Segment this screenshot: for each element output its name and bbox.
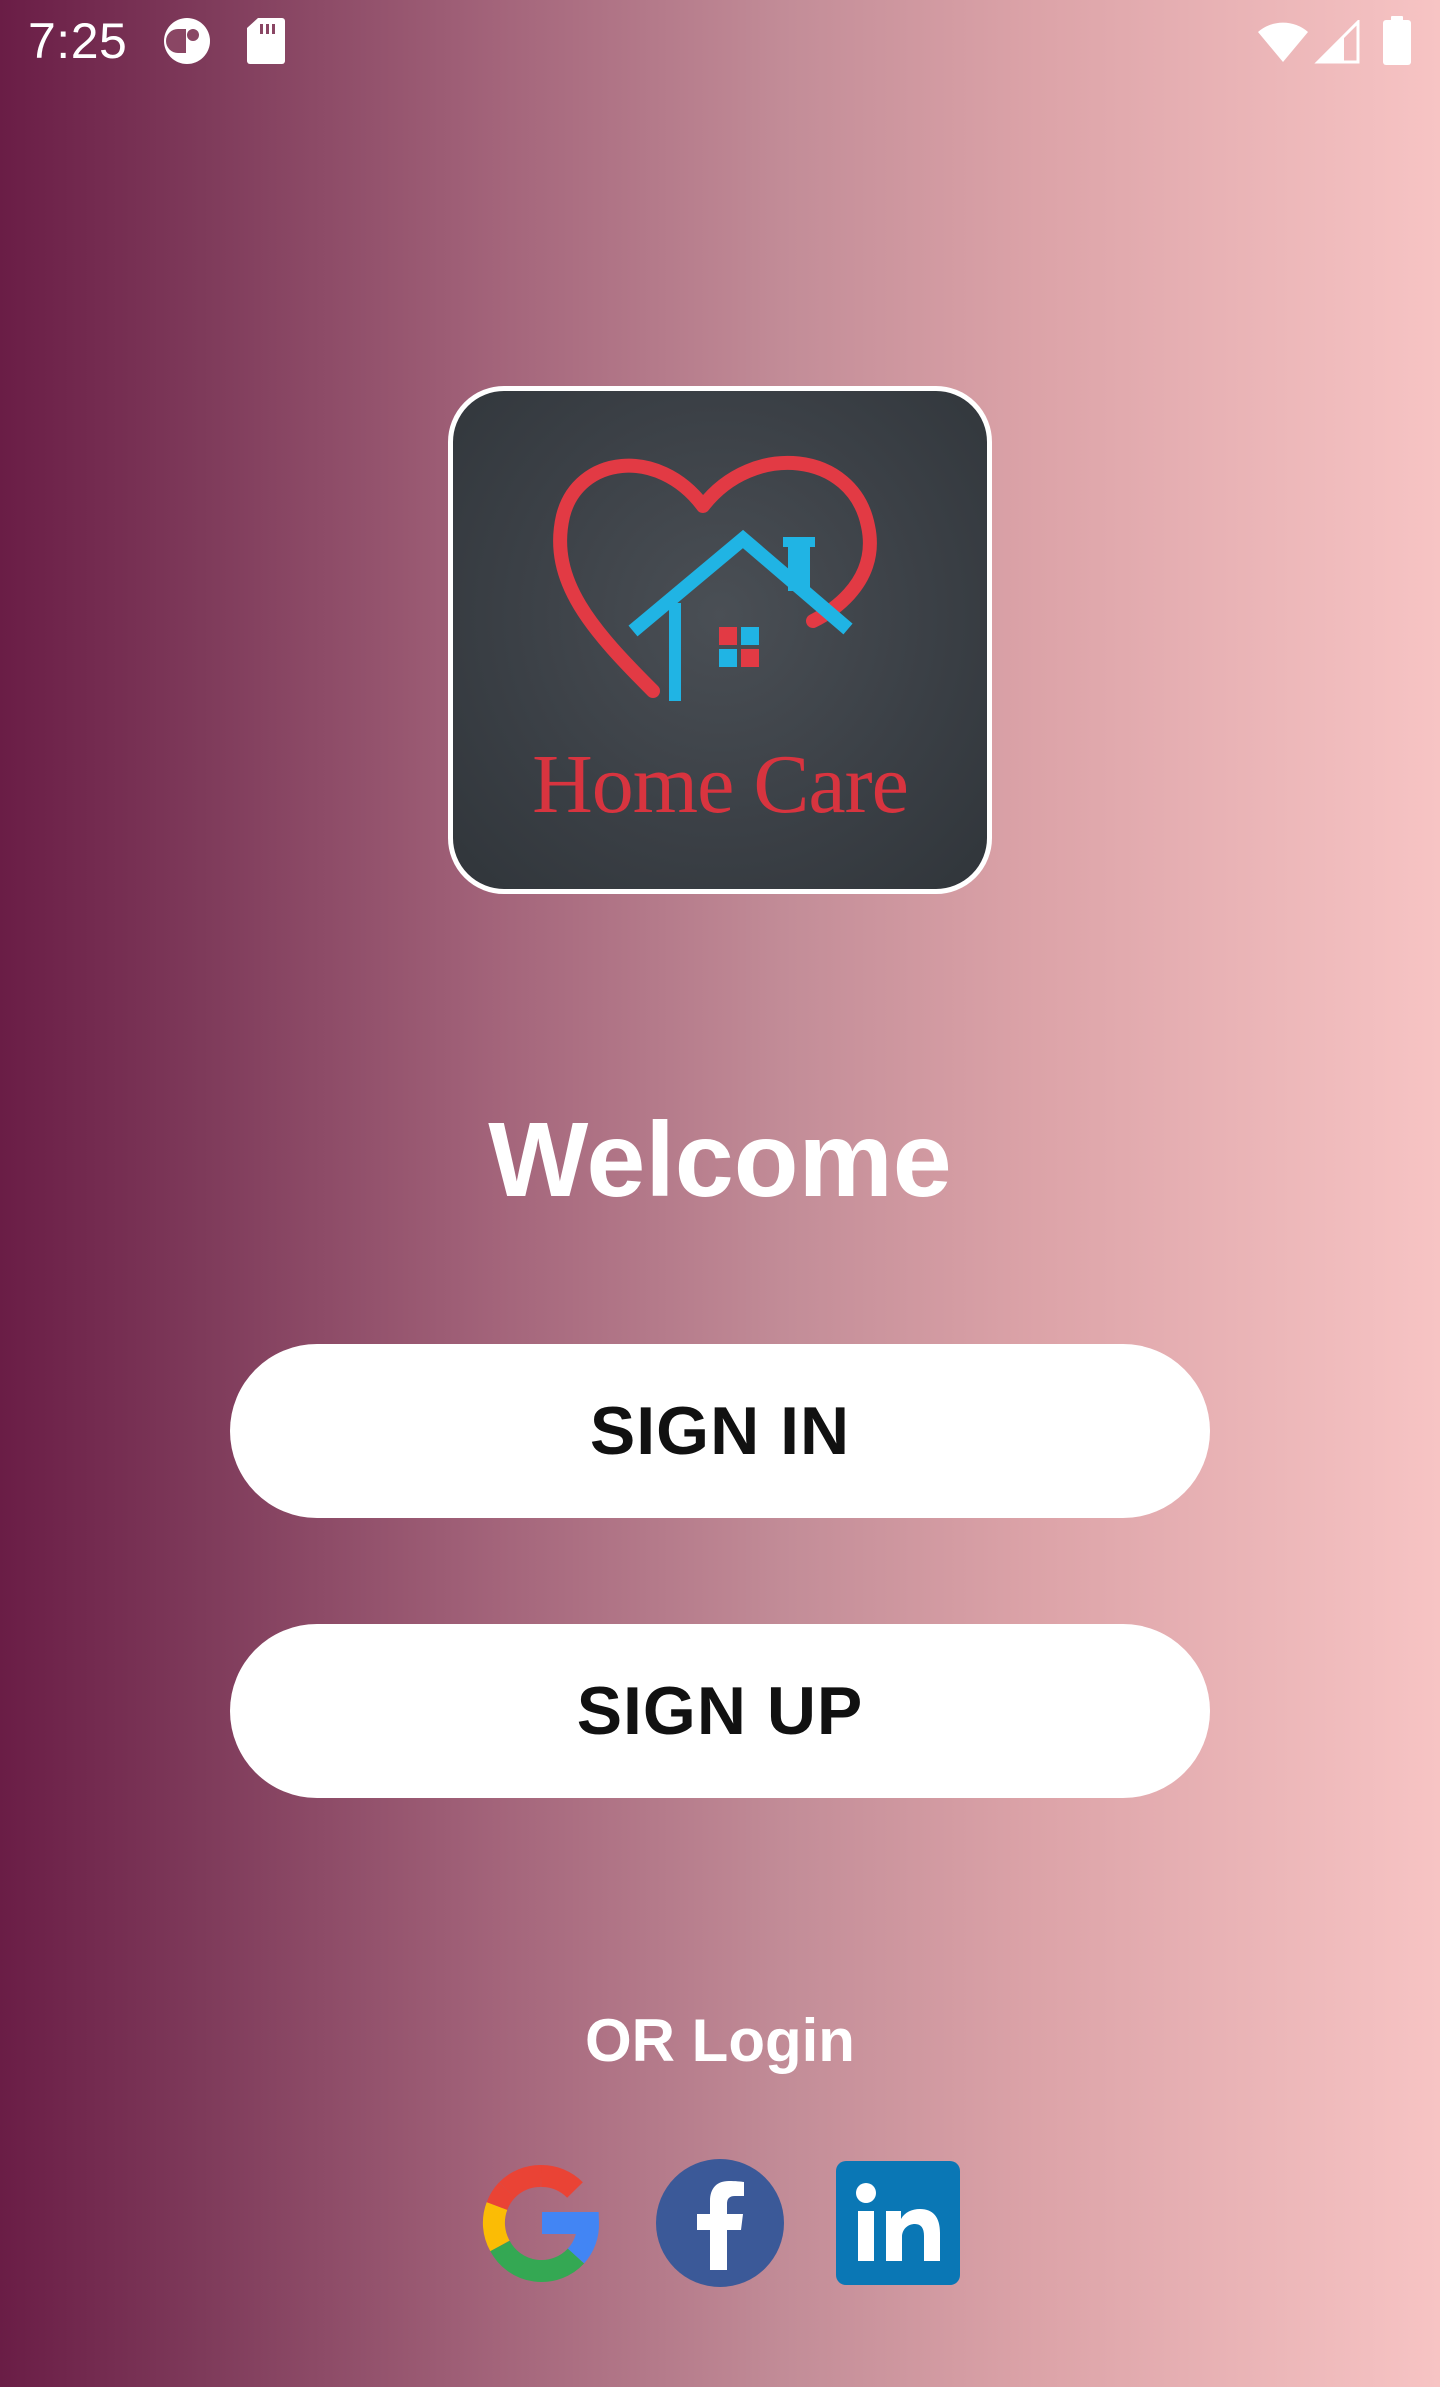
sd-card-icon: [247, 18, 285, 64]
battery-icon: [1383, 16, 1411, 65]
app-logo: Home Care: [448, 386, 992, 894]
status-time: 7:25: [28, 13, 128, 69]
google-icon: [482, 2165, 599, 2283]
logo-text: Home Care: [532, 738, 909, 831]
linkedin-icon: [836, 2161, 960, 2285]
sign-up-button[interactable]: SIGN UP: [230, 1624, 1210, 1798]
facebook-login-button[interactable]: [655, 2158, 785, 2288]
social-login-row: [0, 2158, 1440, 2288]
facebook-icon: [656, 2159, 784, 2287]
or-login-label: OR Login: [585, 2007, 855, 2074]
app-notification-icon: [164, 18, 210, 64]
wifi-icon: [1258, 22, 1308, 62]
status-bar: 7:25: [0, 0, 1440, 84]
google-login-button[interactable]: [476, 2158, 606, 2288]
welcome-title: Welcome: [488, 1101, 952, 1219]
linkedin-login-button[interactable]: [836, 2161, 960, 2285]
sign-in-button[interactable]: SIGN IN: [230, 1344, 1210, 1518]
cellular-signal-icon: [1314, 20, 1360, 64]
